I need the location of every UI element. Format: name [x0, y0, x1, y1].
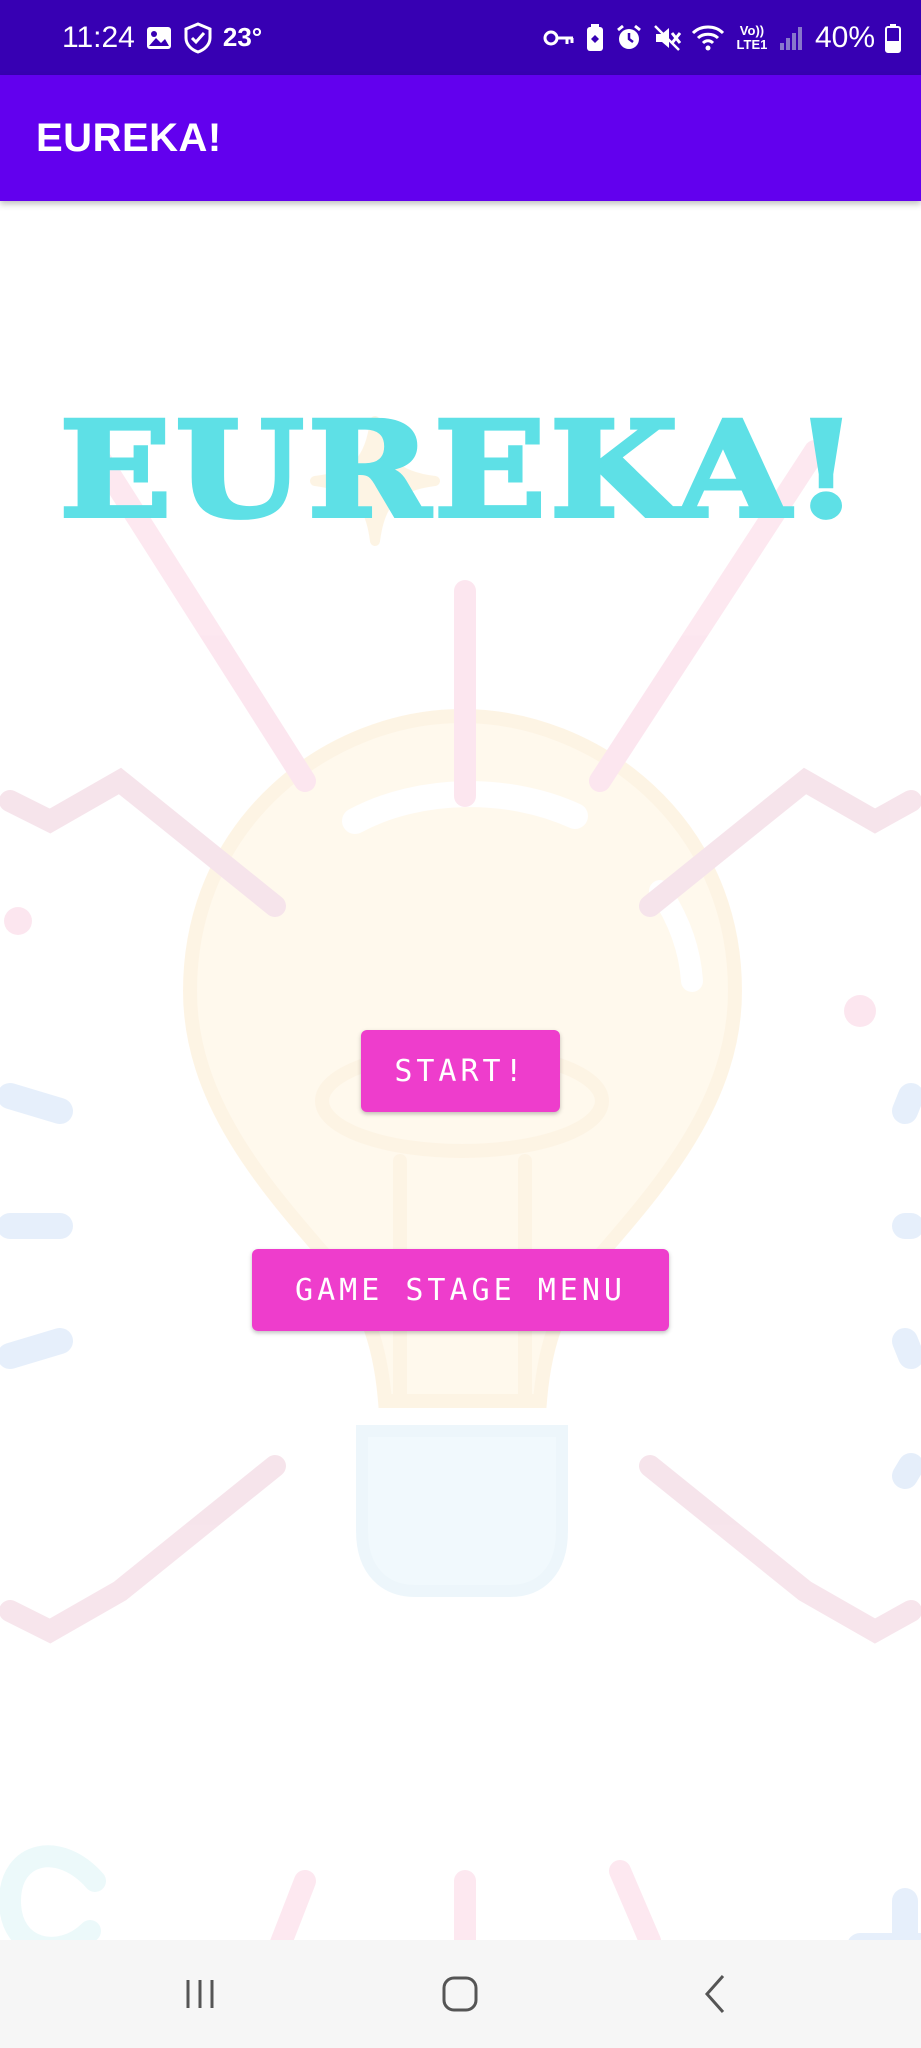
back-icon	[704, 1975, 725, 2013]
status-right: Vo)) LTE1 40%	[543, 0, 901, 75]
app-bar-title: EUREKA!	[36, 116, 222, 160]
game-stage-menu-button-label: GAME STAGE MENU	[295, 1272, 626, 1308]
start-button-label: START!	[394, 1053, 527, 1089]
wifi-icon	[691, 24, 725, 52]
alarm-icon	[615, 24, 643, 52]
signal-icon	[779, 25, 805, 51]
home-icon	[442, 1976, 478, 2012]
game-title: EUREKA!	[57, 393, 862, 548]
game-stage-menu-button[interactable]: GAME STAGE MENU	[252, 1249, 669, 1331]
battery-percent: 40%	[814, 20, 875, 54]
volte-icon: Vo)) LTE1	[735, 22, 769, 52]
battery-saver-icon	[585, 23, 605, 53]
home-button[interactable]	[400, 1940, 520, 2048]
shield-icon	[183, 21, 213, 54]
volte-label: Vo)) LTE1	[736, 22, 768, 52]
status-bar: 11:24 23° Vo)) LTE1 40%	[0, 0, 921, 75]
status-temperature: 23°	[222, 22, 263, 52]
recent-apps-icon	[186, 1980, 214, 2008]
status-left: 11:24 23°	[62, 0, 262, 75]
mute-icon	[653, 24, 681, 52]
gallery-icon	[145, 24, 173, 52]
app-bar: EUREKA!	[0, 75, 921, 201]
vpn-key-icon	[543, 28, 575, 48]
start-button[interactable]: START!	[361, 1030, 560, 1112]
back-button[interactable]	[655, 1940, 775, 2048]
battery-icon	[885, 23, 901, 53]
status-time: 11:24	[62, 20, 135, 54]
navigation-bar	[0, 1940, 921, 2048]
screen: 11:24 23° Vo)) LTE1 40% EUREKA! EUREKA! …	[0, 0, 921, 2048]
recent-apps-button[interactable]	[140, 1940, 260, 2048]
main-content: EUREKA! START! GAME STAGE MENU	[0, 201, 921, 1940]
